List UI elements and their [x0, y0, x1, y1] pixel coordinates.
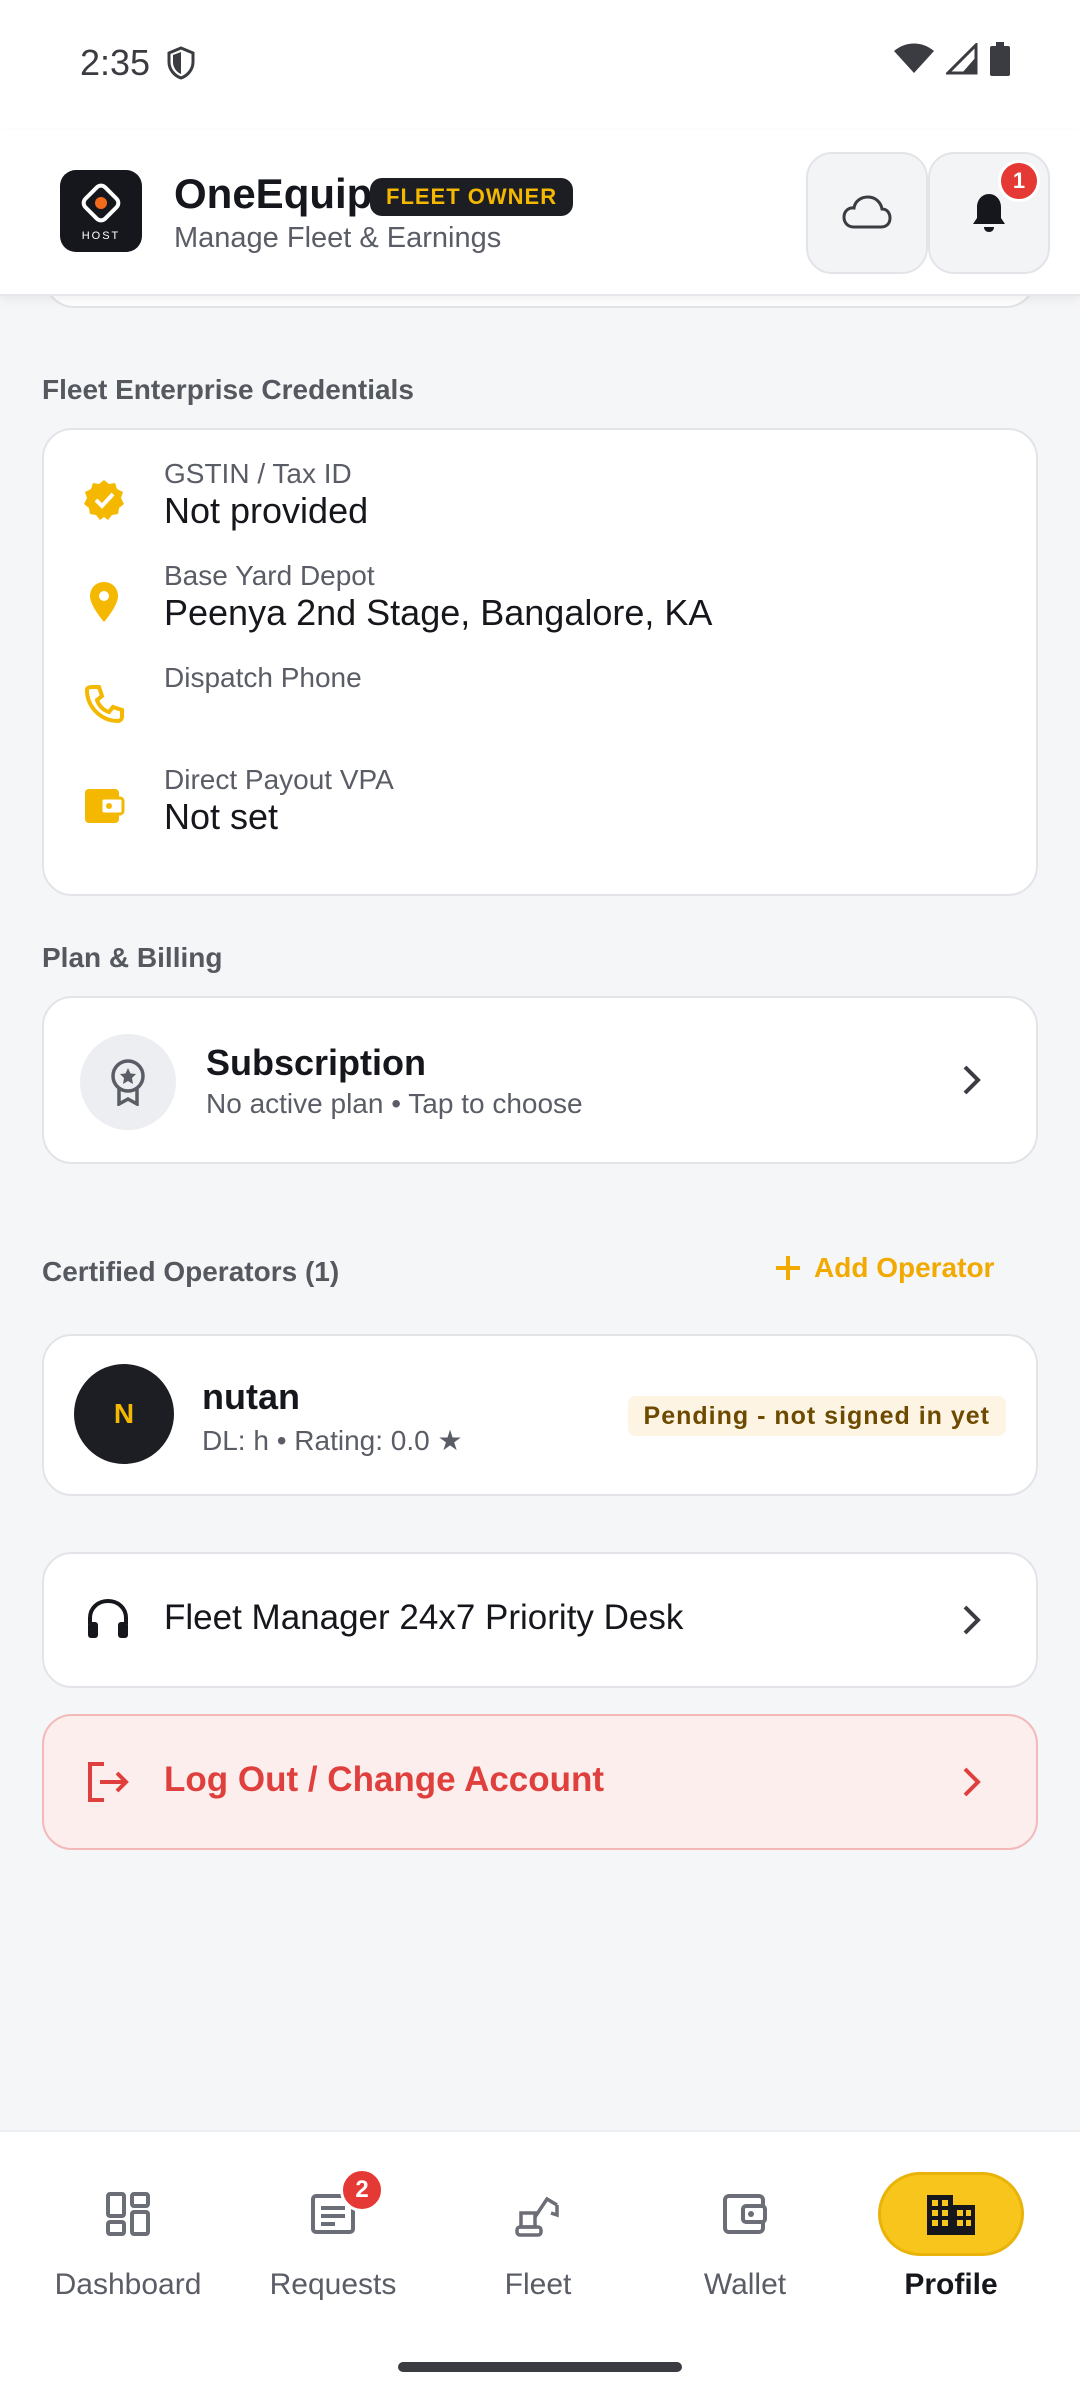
logout-button[interactable]: Log Out / Change Account — [42, 1714, 1038, 1850]
credentials-section-title: Fleet Enterprise Credentials — [42, 374, 414, 405]
excavator-icon — [515, 2196, 559, 2237]
priority-desk-label: Fleet Manager 24x7 Priority Desk — [164, 1598, 684, 1637]
credential-payout-vpa: Direct Payout VPA Not set — [44, 744, 1036, 844]
chevron-right-icon — [952, 1762, 992, 1802]
notifications-button[interactable]: 1 — [928, 152, 1050, 274]
nav-label: Profile — [904, 2268, 998, 2301]
award-icon — [80, 1034, 176, 1130]
app-subtitle: Manage Fleet & Earnings — [174, 222, 502, 254]
operator-name: nutan — [202, 1376, 300, 1417]
add-operator-label: Add Operator — [814, 1252, 995, 1283]
avatar: N — [74, 1364, 174, 1464]
headset-icon — [82, 1594, 134, 1646]
chevron-right-icon — [952, 1600, 992, 1640]
app-logo: HOST — [60, 170, 142, 252]
nav-item-requests[interactable]: 2 Requests — [228, 2168, 438, 2342]
credential-label: Direct Payout VPA — [164, 764, 394, 795]
status-time: 2:35 — [80, 42, 151, 83]
logo-mark-icon — [81, 183, 121, 223]
requests-count-badge: 2 — [340, 2168, 384, 2212]
shield-icon — [166, 46, 196, 85]
dashboard-icon — [106, 2192, 150, 2236]
nav-label: Fleet — [504, 2268, 572, 2301]
operator-meta: DL: h • Rating: 0.0 ★ — [202, 1425, 463, 1456]
nav-item-wallet[interactable]: Wallet — [640, 2172, 850, 2342]
nav-label: Requests — [269, 2268, 397, 2301]
credential-dispatch-phone: Dispatch Phone — [44, 642, 1036, 742]
status-badge: Pending - not signed in yet — [627, 1396, 1006, 1436]
nav-item-dashboard[interactable]: Dashboard — [23, 2172, 233, 2342]
credential-label: Base Yard Depot — [164, 560, 375, 591]
logo-text: HOST — [81, 230, 121, 242]
priority-desk-button[interactable]: Fleet Manager 24x7 Priority Desk — [42, 1552, 1038, 1688]
cloud-sync-button[interactable] — [806, 152, 928, 274]
credential-base-yard: Base Yard Depot Peenya 2nd Stage, Bangal… — [44, 540, 1036, 640]
verified-badge-icon — [82, 478, 126, 522]
credential-value: Not set — [164, 796, 279, 837]
credential-label: Dispatch Phone — [164, 662, 362, 693]
building-icon — [927, 2195, 975, 2235]
add-operator-button[interactable]: Add Operator — [774, 1252, 994, 1284]
signal-icon — [944, 41, 978, 80]
nav-item-profile[interactable]: Profile — [846, 2172, 1056, 2342]
operator-card[interactable]: N nutan DL: h • Rating: 0.0 ★ Pending - … — [42, 1334, 1038, 1496]
subscription-card[interactable]: Subscription No active plan • Tap to cho… — [42, 996, 1038, 1164]
bell-icon — [973, 194, 1005, 232]
wallet-icon — [723, 2194, 767, 2234]
role-badge: FLEET OWNER — [370, 178, 574, 216]
app-header: HOST OneEquip FLEET OWNER Manage Fleet &… — [0, 130, 1080, 296]
wallet-icon — [82, 784, 126, 828]
battery-icon — [990, 42, 1010, 81]
notification-count-badge: 1 — [998, 160, 1040, 202]
wifi-icon — [894, 43, 934, 80]
credential-value: Not provided — [164, 490, 369, 531]
operators-section-title: Certified Operators (1) — [42, 1256, 340, 1287]
status-bar: 2:35 — [0, 0, 1080, 130]
logout-icon — [82, 1756, 134, 1808]
credential-label: GSTIN / Tax ID — [164, 458, 352, 489]
plus-icon — [776, 1256, 800, 1280]
subscription-description: No active plan • Tap to choose — [206, 1088, 583, 1119]
app-title: OneEquip — [174, 170, 373, 217]
chevron-right-icon — [952, 1060, 992, 1100]
cloud-icon — [842, 195, 892, 229]
phone-icon — [82, 682, 126, 726]
nav-label: Wallet — [703, 2268, 787, 2301]
nav-item-fleet[interactable]: Fleet — [433, 2172, 643, 2342]
credential-gstin: GSTIN / Tax ID Not provided — [44, 438, 1036, 538]
credential-value: Peenya 2nd Stage, Bangalore, KA — [164, 592, 713, 633]
logout-label: Log Out / Change Account — [164, 1760, 605, 1799]
billing-section-title: Plan & Billing — [42, 942, 223, 973]
subscription-title: Subscription — [206, 1042, 427, 1083]
credentials-card: GSTIN / Tax ID Not provided Base Yard De… — [42, 428, 1038, 896]
nav-label: Dashboard — [54, 2268, 202, 2301]
bottom-navigation: Dashboard 2 Requests Fleet Wallet Profil… — [0, 2130, 1080, 2400]
location-pin-icon — [82, 580, 126, 624]
home-indicator[interactable] — [398, 2362, 682, 2372]
